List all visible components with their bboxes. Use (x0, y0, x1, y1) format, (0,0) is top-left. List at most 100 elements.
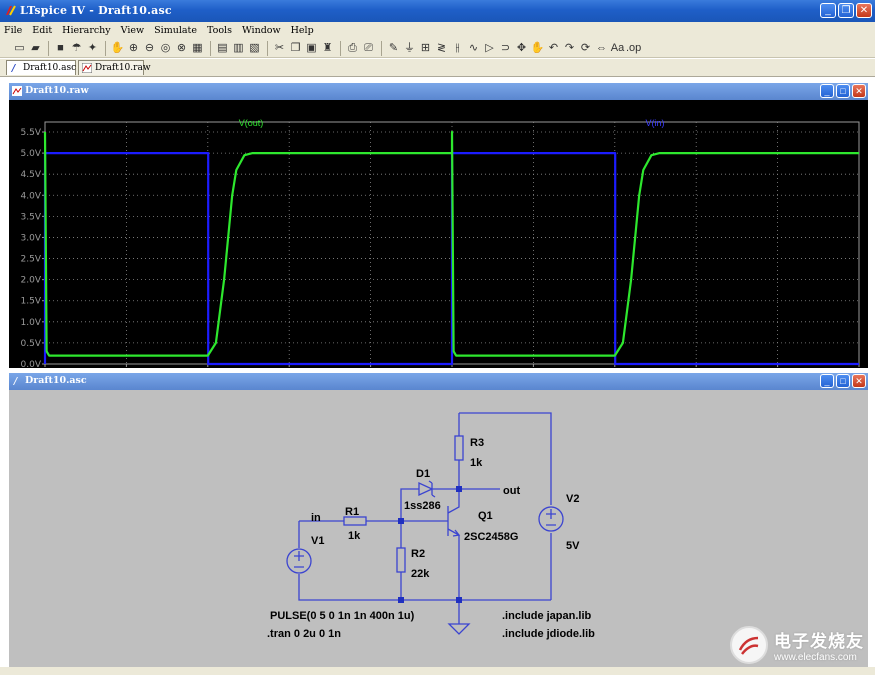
cascade-icon[interactable]: ▥ (231, 41, 246, 56)
y-tick-label: 3.0V (21, 233, 42, 243)
text-icon[interactable]: Aa (610, 41, 625, 56)
schematic-icon (13, 377, 18, 385)
menu-simulate[interactable]: Simulate (154, 25, 197, 36)
plot-close-button[interactable]: ✕ (852, 84, 866, 98)
inductor-icon[interactable]: ∿ (466, 41, 481, 56)
print-icon[interactable]: ⎚ (361, 41, 376, 56)
menu-tools[interactable]: Tools (207, 25, 232, 36)
v1-polarity (294, 551, 304, 568)
component-icon[interactable]: ⊃ (498, 41, 513, 56)
zoom-fit-icon[interactable]: ⊗ (174, 41, 189, 56)
schematic-icon (11, 64, 16, 72)
plot-minimize-button[interactable]: _ (820, 84, 834, 98)
r2-name: R2 (411, 548, 425, 560)
y-tick-label: 4.0V (21, 191, 42, 201)
junction-out (456, 486, 462, 492)
waveform-window: Draft10.raw _ □ ✕ 0.0µs0.2µs0.4µs0.6µs0.… (9, 83, 872, 379)
open-icon[interactable]: ▰ (28, 41, 43, 56)
print-setup-icon[interactable]: ⎙ (345, 41, 360, 56)
waveform-icon (12, 86, 22, 96)
r2-value: 22k (411, 568, 430, 580)
waveform-plot[interactable]: 0.0µs0.2µs0.4µs0.6µs0.8µs1.0µs1.2µs1.4µs… (9, 100, 872, 379)
diode-icon[interactable]: ▷ (482, 41, 497, 56)
r3-resistor[interactable] (454, 435, 464, 461)
resistor-icon[interactable]: ≷ (434, 41, 449, 56)
v1-pulse-spec[interactable]: PULSE(0 5 0 1n 1n 400n 1u) (270, 610, 415, 622)
control-panel-icon[interactable]: ☂ (69, 41, 84, 56)
toolbar-separator (48, 40, 49, 56)
status-bar (0, 667, 875, 675)
new-schematic-icon[interactable]: ▭ (12, 41, 27, 56)
menu-view[interactable]: View (121, 25, 145, 36)
restore-button[interactable]: ❐ (838, 3, 854, 18)
schematic-maximize-button[interactable]: □ (836, 374, 850, 388)
tran-directive[interactable]: .tran 0 2u 0 1n (267, 628, 341, 640)
net-label-out[interactable]: out (503, 485, 520, 497)
zoom-area-icon[interactable]: ◎ (158, 41, 173, 56)
tile-icon[interactable]: ▤ (215, 41, 230, 56)
r3-name: R3 (470, 437, 484, 449)
menu-edit[interactable]: Edit (32, 25, 52, 36)
zoom-in-icon[interactable]: ⊕ (126, 41, 141, 56)
schematic-window: Draft10.asc _ □ ✕ in out R1 1k R2 22k R3… (9, 373, 868, 667)
include-japan-directive[interactable]: .include japan.lib (502, 610, 592, 622)
v1-name: V1 (311, 535, 324, 547)
q1-value: 2SC2458G (464, 531, 518, 543)
waveform-window-title: Draft10.raw (25, 85, 89, 96)
toolbar-separator (340, 40, 341, 56)
document-tabs: Draft10.asc Draft10.raw (0, 59, 875, 77)
drag-icon[interactable]: ✋ (530, 41, 545, 56)
menu-window[interactable]: Window (242, 25, 281, 36)
plot-maximize-button[interactable]: □ (836, 84, 850, 98)
rotate-icon[interactable]: ⟳ (578, 41, 593, 56)
y-tick-label: 1.0V (21, 318, 42, 328)
menu-help[interactable]: Help (291, 25, 314, 36)
toolbar-separator (210, 40, 211, 56)
run-icon[interactable]: ✦ (85, 41, 100, 56)
redo-icon[interactable]: ↷ (562, 41, 577, 56)
tab-draft10-raw[interactable]: Draft10.raw (78, 60, 151, 75)
copy-icon[interactable]: ❐ (288, 41, 303, 56)
app-title-bar: LTspice IV - Draft10.asc _ ❐ ✕ (0, 0, 875, 22)
capacitor-icon[interactable]: ⫲ (450, 41, 465, 56)
junction-bottom-left (398, 597, 404, 603)
move-icon[interactable]: ✥ (514, 41, 529, 56)
label-icon[interactable]: ⊞ (418, 41, 433, 56)
close-all-icon[interactable]: ▧ (247, 41, 262, 56)
r1-value: 1k (348, 530, 361, 542)
r1-resistor[interactable] (343, 516, 367, 526)
mirror-icon[interactable]: ⇔ (594, 41, 609, 56)
wire-icon[interactable]: ✎ (386, 41, 401, 56)
trace-label-vout[interactable]: V(out) (239, 118, 264, 128)
include-jdiode-directive[interactable]: .include jdiode.lib (502, 628, 595, 640)
schematic-minimize-button[interactable]: _ (820, 374, 834, 388)
find-icon[interactable]: ♜ (320, 41, 335, 56)
minimize-button[interactable]: _ (820, 3, 836, 18)
paste-icon[interactable]: ▣ (304, 41, 319, 56)
trace-label-vin[interactable]: V(in) (645, 118, 664, 128)
menu-file[interactable]: File (4, 25, 22, 36)
menu-bar: File Edit Hierarchy View Simulate Tools … (0, 22, 875, 39)
close-button[interactable]: ✕ (856, 3, 872, 18)
y-tick-label: 3.5V (21, 212, 42, 222)
undo-icon[interactable]: ↶ (546, 41, 561, 56)
y-tick-label: 0.5V (21, 339, 42, 349)
q1-name: Q1 (478, 510, 493, 522)
net-label-in[interactable]: in (311, 512, 321, 524)
schematic-close-button[interactable]: ✕ (852, 374, 866, 388)
zoom-out-icon[interactable]: ⊖ (142, 41, 157, 56)
cut-icon[interactable]: ✂ (272, 41, 287, 56)
halt-icon[interactable]: ✋ (110, 41, 125, 56)
ground-icon[interactable]: ⏚ (402, 41, 417, 56)
spice-directive-icon[interactable]: .op (626, 41, 641, 56)
tab-draft10-asc[interactable]: Draft10.asc (6, 60, 76, 75)
autorange-icon[interactable]: ▦ (190, 41, 205, 56)
schematic-window-title: Draft10.asc (25, 375, 87, 386)
r2-resistor[interactable] (396, 547, 406, 573)
plot-background (9, 100, 868, 368)
junction-base (398, 518, 404, 524)
save-icon[interactable]: ■ (53, 41, 68, 56)
menu-hierarchy[interactable]: Hierarchy (62, 25, 111, 36)
watermark: 电子发烧友 www.elecfans.com (730, 626, 864, 664)
waveform-icon (82, 63, 92, 73)
